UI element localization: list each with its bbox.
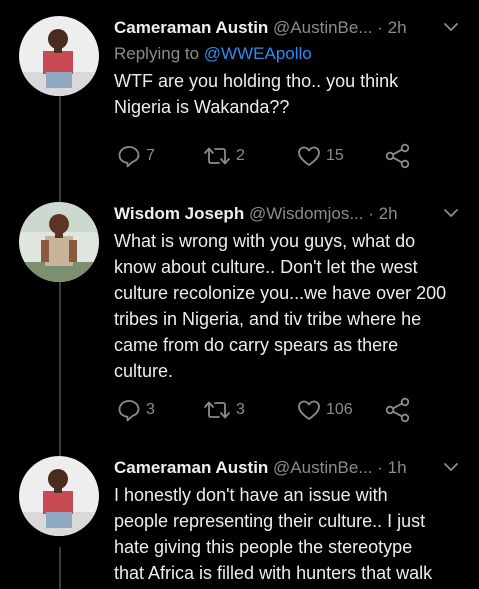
share-icon [385, 397, 410, 423]
tweet[interactable]: Wisdom Joseph @Wisdomjos... · 2h What is… [0, 202, 479, 452]
author-name[interactable]: Wisdom Joseph [114, 204, 244, 223]
author-name[interactable]: Cameraman Austin [114, 18, 268, 37]
separator-dot: · [377, 458, 383, 477]
heart-icon [298, 146, 320, 166]
replying-to-label: Replying to [114, 44, 200, 63]
tweet[interactable]: Cameraman Austin @AustinBe... · 1h I hon… [0, 456, 479, 589]
tweet-actions: 7 2 15 [114, 142, 444, 170]
avatar-image [19, 456, 99, 536]
tweet-text: I honestly don't have an issue with peop… [114, 485, 433, 583]
tweet-content: Wisdom Joseph @Wisdomjos... · 2h What is… [114, 202, 464, 423]
tweet[interactable]: Cameraman Austin @AustinBe... · 2h Reply… [0, 16, 479, 192]
retweet-icon [204, 147, 230, 165]
tweet-header: Cameraman Austin @AustinBe... · 1h [114, 456, 464, 480]
tweet-header: Cameraman Austin @AustinBe... · 2h [114, 16, 464, 40]
avatar-image [19, 16, 99, 96]
replying-to-handle[interactable]: @WWEApollo [204, 44, 312, 63]
avatar-image [19, 202, 99, 282]
reply-button[interactable]: 7 [116, 142, 155, 170]
retweet-button[interactable]: 3 [202, 396, 245, 424]
replying-to: Replying to @WWEApollo [114, 42, 464, 66]
tweet-header: Wisdom Joseph @Wisdomjos... · 2h [114, 202, 464, 226]
like-count: 15 [326, 147, 344, 164]
retweet-count: 3 [236, 401, 245, 418]
reply-count: 7 [146, 147, 155, 164]
share-button[interactable] [384, 396, 412, 424]
chevron-down-icon[interactable] [442, 458, 460, 476]
author-handle[interactable]: @AustinBe... [273, 458, 372, 477]
like-button[interactable]: 15 [296, 142, 344, 170]
tweet-actions: 3 3 106 [114, 396, 444, 424]
tweet-text: What is wrong with you guys, what do kno… [114, 231, 447, 381]
tweet-thread-viewport: Cameraman Austin @AustinBe... · 2h Reply… [0, 0, 479, 589]
author-handle[interactable]: @Wisdomjos... [249, 204, 364, 223]
like-button[interactable]: 106 [296, 396, 353, 424]
tweet-content: Cameraman Austin @AustinBe... · 1h I hon… [114, 456, 464, 586]
timestamp[interactable]: 2h [388, 18, 407, 37]
chevron-down-icon[interactable] [442, 204, 460, 222]
timestamp[interactable]: 2h [379, 204, 398, 223]
author-handle[interactable]: @AustinBe... [273, 18, 372, 37]
retweet-icon [204, 401, 230, 419]
like-count: 106 [326, 401, 353, 418]
reply-icon [118, 400, 140, 422]
tweet-content: Cameraman Austin @AustinBe... · 2h Reply… [114, 16, 464, 169]
reply-icon [118, 146, 140, 168]
tweet-text: WTF are you holding tho.. you think Nige… [114, 71, 399, 117]
timestamp[interactable]: 1h [388, 458, 407, 477]
retweet-button[interactable]: 2 [202, 142, 245, 170]
avatar[interactable] [19, 202, 99, 282]
retweet-count: 2 [236, 147, 245, 164]
avatar[interactable] [19, 16, 99, 96]
separator-dot: · [368, 204, 374, 223]
reply-count: 3 [146, 401, 155, 418]
share-button[interactable] [384, 142, 412, 170]
separator-dot: · [377, 18, 383, 37]
reply-button[interactable]: 3 [116, 396, 155, 424]
heart-icon [298, 400, 320, 420]
share-icon [385, 143, 410, 169]
chevron-down-icon[interactable] [442, 18, 460, 36]
avatar[interactable] [19, 456, 99, 536]
author-name[interactable]: Cameraman Austin [114, 458, 268, 477]
